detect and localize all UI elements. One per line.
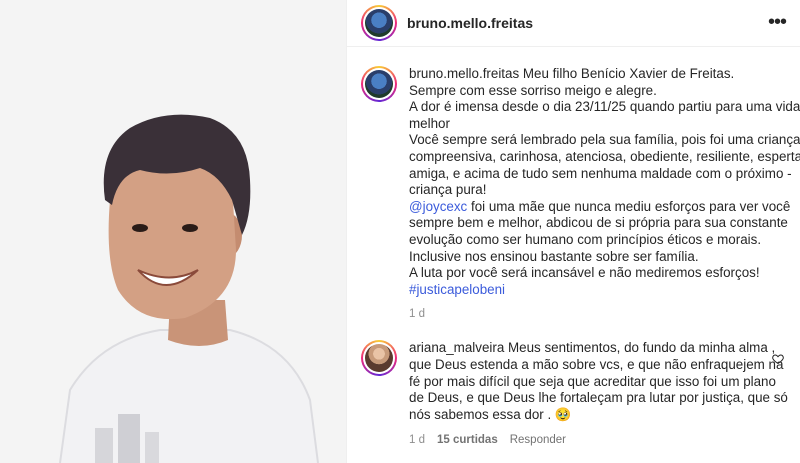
comment-line: que Deus estenda a mão sobre vcs, e que … <box>409 356 784 372</box>
caption-line: Sempre com esse sorriso meigo e alegre. <box>409 82 657 98</box>
caption-mention-line: @joycexc foi uma mãe que nunca mediu esf… <box>409 199 793 216</box>
comment-line: de Deus, e que Deus lhe fortaleçam pra l… <box>409 390 788 406</box>
boy-photo-illustration <box>0 0 346 463</box>
caption-text: Meu filho Benício Xavier de Freitas. <box>519 66 735 81</box>
caption-line: Você sempre será lembrado pela sua famíl… <box>409 132 800 148</box>
commenter-avatar[interactable] <box>361 340 397 376</box>
hashtag-link[interactable]: #justicapelobeni <box>409 282 793 299</box>
comment-likes[interactable]: 15 curtidas <box>437 432 498 449</box>
comment-timestamp[interactable]: 1 d <box>409 432 425 449</box>
comment-item: ariana_malveira Meus sentimentos, do fun… <box>361 340 790 449</box>
caption-line: A dor é imensa desde o dia 23/11/25 quan… <box>409 99 800 115</box>
comment-line: fé por mais difícil que seja que acredit… <box>409 373 776 389</box>
caption-text: foi uma mãe que nunca mediu esforços par… <box>467 198 791 214</box>
comment-body: Meus sentimentos, do fundo da minha alma… <box>504 340 776 355</box>
post-header: bruno.mello.freitas ••• <box>347 0 800 47</box>
caption-line: melhor <box>409 115 450 131</box>
comment-first-line: ariana_malveira Meus sentimentos, do fun… <box>409 340 775 357</box>
more-options-icon[interactable]: ••• <box>768 12 787 32</box>
post-sidebar: bruno.mello.freitas ••• bruno.mello.frei… <box>346 0 800 463</box>
post-viewer: bruno.mello.freitas ••• bruno.mello.frei… <box>0 0 800 463</box>
author-avatar[interactable] <box>361 5 397 41</box>
caption-first-line: bruno.mello.freitas Meu filho Benício Xa… <box>409 66 793 83</box>
post-timestamp[interactable]: 1 d <box>409 306 793 323</box>
reply-button[interactable]: Responder <box>510 432 566 449</box>
caption-line: sempre bem e melhor, abdicou de si própr… <box>409 215 788 231</box>
comment-line: nós sabemos essa dor . 🥹 <box>409 407 572 423</box>
mention-link[interactable]: @joycexc <box>409 199 467 214</box>
caption-line: A luta por você será incansável e não me… <box>409 265 760 281</box>
heart-icon[interactable] <box>772 352 784 370</box>
caption-line: Inclusive nos ensinou bastante sobre ser… <box>409 248 699 264</box>
post-caption-block: bruno.mello.freitas Meu filho Benício Xa… <box>361 66 800 323</box>
caption-username[interactable]: bruno.mello.freitas <box>409 66 519 81</box>
caption-author-avatar[interactable] <box>361 66 397 102</box>
caption-line: compreensiva, carinhosa, atenciosa, obed… <box>409 148 800 164</box>
caption-line: criança pura! <box>409 182 487 198</box>
caption-line: evolução como ser humano com princípios … <box>409 231 762 247</box>
caption-line: amiga, e acima de tudo sem nenhuma malda… <box>409 165 792 181</box>
author-username[interactable]: bruno.mello.freitas <box>407 15 533 31</box>
post-photo <box>0 0 346 463</box>
comment-meta: 1 d 15 curtidas Responder <box>409 432 769 449</box>
commenter-username[interactable]: ariana_malveira <box>409 340 504 355</box>
post-caption: bruno.mello.freitas Meu filho Benício Xa… <box>409 66 800 323</box>
comment-text: ariana_malveira Meus sentimentos, do fun… <box>409 340 788 449</box>
